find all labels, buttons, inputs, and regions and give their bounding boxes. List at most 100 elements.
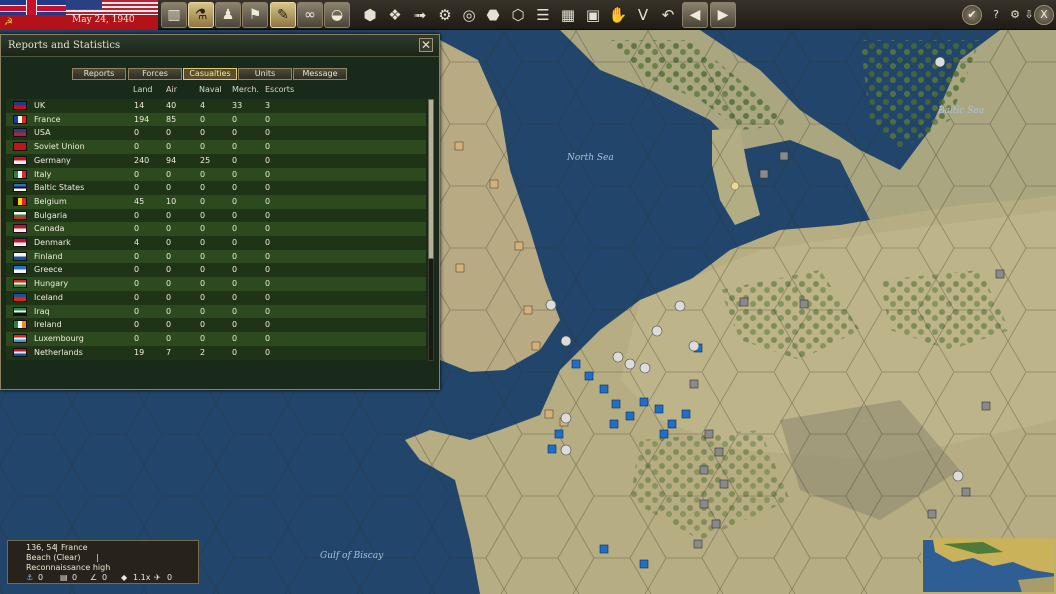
country-name: Canada [34,224,65,234]
next-unit-button[interactable]: ▶ [710,2,736,28]
artillery-icon: ∠ [90,573,98,582]
rail-button[interactable]: ☰ [531,3,555,27]
cell-naval: 25 [200,155,211,165]
defense-modifier: 1.1x [133,573,151,582]
tab-forces[interactable]: Forces [128,68,182,80]
table-row[interactable]: Belgium 45 10 0 0 0 [6,194,426,209]
country-name: Bulgaria [34,210,68,220]
country-name: Greece [34,265,63,275]
cell-land: 0 [134,142,140,152]
close-button[interactable]: ✕ [419,38,433,52]
scrollbar-thumb[interactable] [428,99,434,259]
frame-button[interactable]: ▣ [581,3,605,27]
cell-naval: 0 [200,210,206,220]
cell-naval: 0 [200,320,206,330]
objectives-button[interactable]: ⚑ [242,2,268,28]
reports-button[interactable]: ✎ [270,2,296,28]
cell-air: 0 [166,224,172,234]
table-row[interactable]: Canada 0 0 0 0 0 [6,222,426,237]
supply-button[interactable]: ⚙ [433,3,457,27]
table-row[interactable]: Luxembourg 0 0 0 0 0 [6,331,426,346]
cell-land: 0 [134,251,140,261]
tab-units[interactable]: Units [238,68,292,80]
table-row[interactable]: Netherlands 19 7 2 0 0 [6,345,426,360]
table-row[interactable]: Ireland 0 0 0 0 0 [6,318,426,333]
cell-merch: 0 [232,333,238,343]
target-button[interactable]: ◎ [457,3,481,27]
hand-button[interactable]: ✋ [606,3,630,27]
table-row[interactable]: Italy 0 0 0 0 0 [6,167,426,182]
tab-casualties[interactable]: Casualties [183,68,237,80]
cell-air: 0 [166,169,172,179]
cell-escorts: 0 [265,333,271,343]
supply-count: 0 [72,573,78,582]
fog-button[interactable]: ⬣ [481,3,505,27]
column-header-naval: Naval [199,85,222,94]
previous-unit-button[interactable]: ◀ [682,2,708,28]
recon-level: Reconnaissance high [26,563,111,572]
exit-button[interactable]: X [1034,5,1054,25]
table-row[interactable]: Denmark 4 0 0 0 0 [6,236,426,250]
defense-icon: ◆ [121,573,128,582]
victory-button[interactable]: V [631,3,655,27]
table-row[interactable]: Bulgaria 0 0 0 0 0 [6,208,426,223]
cell-land: 4 [134,238,140,247]
move-arrow-button[interactable]: ➟ [408,3,432,27]
iq-flag-icon [13,306,27,316]
casualties-table: UK 14 40 4 33 3 France 194 85 0 0 0 USA 0 0 0 0 0 Soviet U… [6,99,426,361]
cell-merch: 33 [232,101,243,110]
terrain-button[interactable]: ⬡ [506,3,530,27]
cell-naval: 0 [200,251,206,261]
recon-button[interactable]: ∞ [297,2,323,28]
help-icon: ? [993,8,999,21]
hex-filter-1-button[interactable]: ⬢ [358,3,382,27]
hex-filter-2-button[interactable]: ❖ [383,3,407,27]
cell-land: 45 [134,196,145,206]
table-row[interactable]: Greece 0 0 0 0 0 [6,263,426,278]
table-row[interactable]: Germany 240 94 25 0 0 [6,153,426,168]
is-flag-icon [13,292,27,302]
table-row[interactable]: Hungary 0 0 0 0 0 [6,277,426,292]
cell-merch: 0 [232,114,238,124]
dk-flag-icon [13,238,27,247]
cell-escorts: 0 [265,279,271,289]
undo-button[interactable]: ↶ [656,3,680,27]
factory-icon: ▥ [167,7,181,23]
country-name: France [34,114,61,124]
cell-naval: 0 [200,279,206,289]
tab-message[interactable]: Message [293,68,347,80]
gr-flag-icon [13,265,27,275]
table-row[interactable]: Soviet Union 0 0 0 0 0 [6,140,426,155]
table-row[interactable]: Iraq 0 0 0 0 0 [6,304,426,319]
diplomacy-button[interactable]: ♟ [215,2,241,28]
hu-flag-icon [13,279,27,289]
units-button[interactable]: ◒ [324,2,350,28]
cell-naval: 2 [200,347,206,357]
minimap[interactable] [921,538,1056,594]
us-flag-icon [13,128,27,138]
table-row[interactable]: Iceland 0 0 0 0 0 [6,290,426,305]
cell-escorts: 0 [265,210,271,220]
hex-info-box: 136, 54 | France Beach (Clear) | Reconna… [7,540,199,584]
country-name: Baltic States [34,183,85,193]
research-button[interactable]: ⚗ [188,2,214,28]
uk-flag-icon [13,101,27,110]
tab-reports[interactable]: Reports [72,68,126,80]
table-row[interactable]: USA 0 0 0 0 0 [6,126,426,141]
column-header-escorts: Escorts [265,85,295,94]
grid-button[interactable]: ▦ [556,3,580,27]
cell-escorts: 0 [265,251,271,261]
end-turn-button[interactable]: ✔ [962,5,982,25]
supply-icon: ⚙ [438,6,452,24]
cell-escorts: 0 [265,347,271,357]
production-button[interactable]: ▥ [161,2,187,28]
table-row[interactable]: UK 14 40 4 33 3 [6,99,426,113]
cell-naval: 4 [200,101,206,110]
table-row[interactable]: Baltic States 0 0 0 0 0 [6,181,426,196]
table-row[interactable]: France 194 85 0 0 0 [6,112,426,127]
table-row[interactable]: Finland 0 0 0 0 0 [6,249,426,264]
fr-flag-icon [13,114,27,124]
hex-icon: ⬢ [363,6,377,24]
map-label-north-sea: North Sea [567,153,614,163]
frame-icon: ▣ [585,6,601,24]
